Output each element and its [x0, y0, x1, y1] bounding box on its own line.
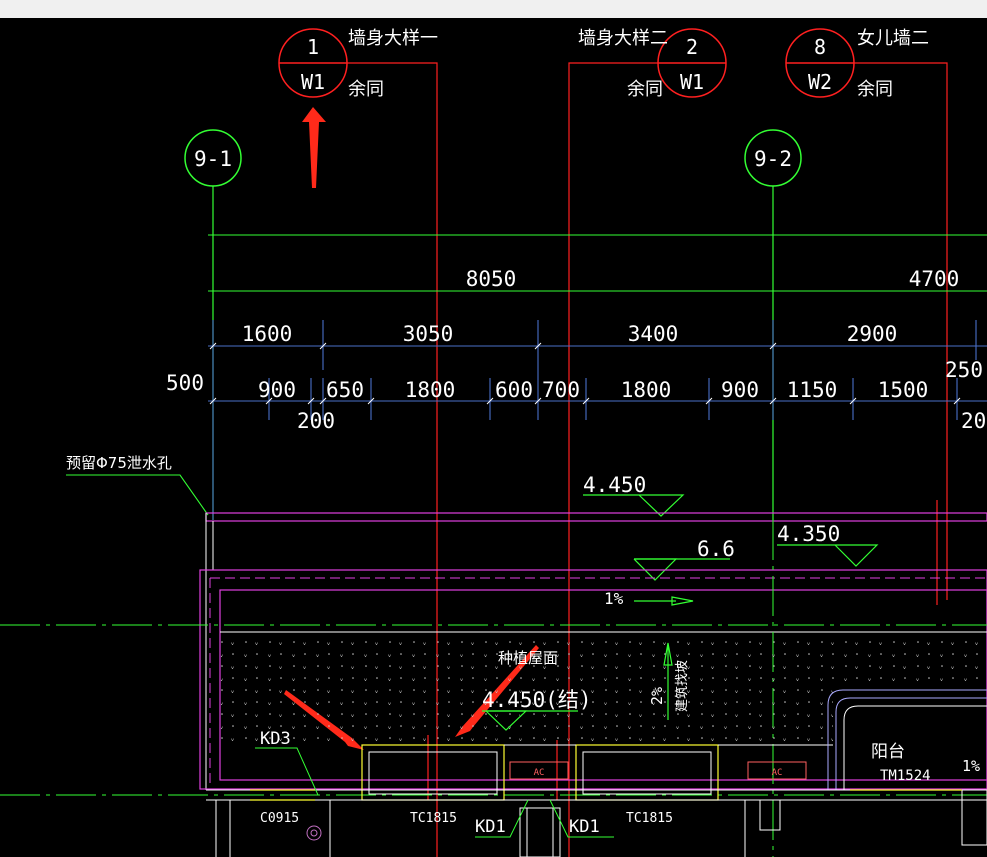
dimension-labels: 8050 4700 1600 3050 3400 2900 900 650 18…: [166, 267, 986, 433]
elevation-marker-66[interactable]: 6.6: [633, 537, 735, 581]
dim-extra-500: 500: [166, 371, 204, 395]
callout-note: 余同: [348, 79, 384, 100]
kd3-label: KD3: [260, 729, 291, 749]
fixture-symbol: [306, 825, 322, 841]
window-bay-left[interactable]: [361, 744, 505, 801]
window-top-bar: [0, 0, 987, 18]
kd1-label: KD1: [475, 817, 506, 837]
window-label-tc1815-1: TC1815: [410, 811, 457, 826]
callout-number: 8: [814, 35, 826, 59]
dim-middle-3: 3400: [628, 322, 679, 346]
dim-detail-9: 1500: [878, 378, 929, 402]
kd1-label: KD1: [569, 817, 600, 837]
annotation-arrow-up: [302, 107, 326, 188]
dim-detail-8: 1150: [787, 378, 838, 402]
dim-detail-5: 700: [542, 378, 580, 402]
dim-detail-2: 650: [326, 378, 364, 402]
elevation-marker-4450[interactable]: 4.450: [583, 473, 685, 517]
dim-detail-6: 1800: [621, 378, 672, 402]
window-label-tc1815-2: TC1815: [626, 811, 673, 826]
detail-callout-3[interactable]: 8 W2 女儿墙二 余同: [785, 28, 929, 100]
callout-number: 2: [686, 35, 698, 59]
door-label: TM1524: [880, 768, 931, 784]
dim-middle-4: 2900: [847, 322, 898, 346]
drain-hole-note[interactable]: 预留Φ75泄水孔: [66, 454, 209, 516]
slope-text-right: 1%: [962, 757, 980, 775]
axis-label: 9-2: [754, 147, 792, 171]
dim-overall-1: 8050: [466, 267, 517, 291]
dim-detail-7: 900: [721, 378, 759, 402]
balcony-label: 阳台: [871, 742, 905, 762]
planted-roof-hatch-right: [833, 633, 987, 688]
dim-detail-10: 250: [945, 358, 983, 382]
ac-unit-2[interactable]: AC: [747, 761, 807, 780]
dim-detail-4: 600: [495, 378, 533, 402]
window-bay-right[interactable]: [575, 744, 719, 801]
detail-callout-2[interactable]: 2 W1 墙身大样二 余同: [578, 28, 727, 100]
elevation-text: 4.450(结): [482, 688, 592, 712]
window-label-c0915: C0915: [260, 811, 299, 826]
dim-extra-200: 200: [297, 409, 335, 433]
drain-hole-leader: [66, 474, 209, 516]
slope-text: 1%: [604, 589, 624, 608]
slope-vertical-note: 建筑找坡: [674, 660, 690, 712]
dim-middle-2: 3050: [403, 322, 454, 346]
elevation-marker-4350[interactable]: 4.350: [777, 522, 879, 567]
drain-hole-text: 预留Φ75泄水孔: [66, 454, 172, 472]
callout-sheet: W1: [301, 70, 325, 94]
callout-note: 余同: [857, 79, 893, 100]
kd3-leader: [255, 747, 319, 796]
slope-arrow-horizontal[interactable]: 1%: [604, 589, 694, 608]
ac-label: AC: [534, 768, 545, 778]
callout-title: 墙身大样二: [578, 28, 668, 49]
dim-middle-1: 1600: [242, 322, 293, 346]
dim-detail-1: 900: [258, 378, 296, 402]
slope-vertical-text: 2%: [648, 687, 666, 705]
elevation-text: 4.450: [583, 473, 646, 497]
dim-extra-20: 20: [961, 409, 986, 433]
elevation-text: 4.350: [777, 522, 840, 546]
callout-number: 1: [307, 35, 319, 59]
callout-title: 女儿墙二: [857, 28, 929, 49]
roof-label: 种植屋面: [498, 649, 558, 667]
elevation-text: 6.6: [697, 537, 735, 561]
dim-detail-3: 1800: [405, 378, 456, 402]
callout-sheet: W2: [808, 70, 832, 94]
axis-label: 9-1: [194, 147, 232, 171]
elevation-symbol: [777, 544, 879, 567]
dim-overall-2: 4700: [909, 267, 960, 291]
balcony-area[interactable]: 阳台 TM1524 1%: [827, 689, 987, 790]
callout-sheet: W1: [680, 70, 704, 94]
callout-title: 墙身大样一: [348, 28, 438, 49]
ac-unit-1[interactable]: AC: [509, 761, 569, 780]
cad-drawing-canvas[interactable]: ᵥ ᵥ 1 W1 墙身大样一 余同 2 W1 墙身大样二 余同 8 W2 女儿墙…: [0, 18, 987, 857]
detail-callout-1[interactable]: 1 W1 墙身大样一 余同: [278, 28, 438, 100]
ac-label: AC: [772, 768, 783, 778]
callout-note: 余同: [627, 79, 663, 100]
